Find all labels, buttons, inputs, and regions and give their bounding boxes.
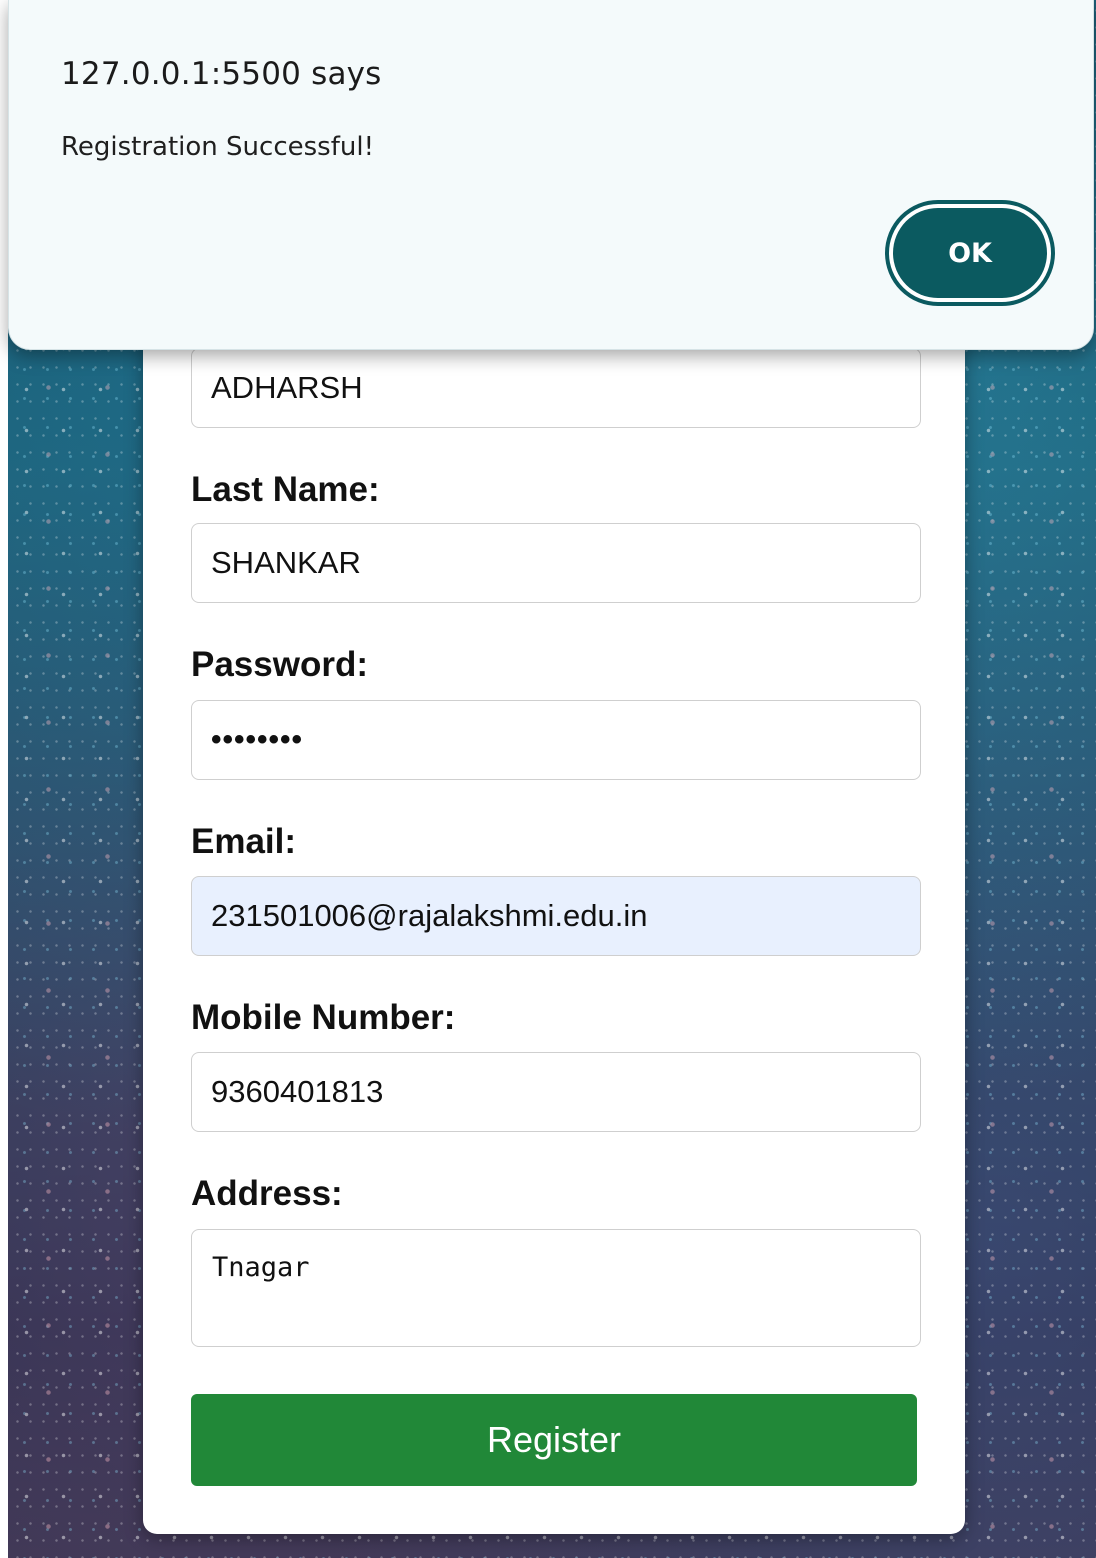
- dialog-message: Registration Successful!: [61, 132, 374, 162]
- register-button[interactable]: Register: [191, 1394, 917, 1486]
- alert-dialog: 127.0.0.1:5500 says Registration Success…: [8, 0, 1094, 350]
- password-input[interactable]: ••••••••: [191, 700, 921, 780]
- dialog-title: 127.0.0.1:5500 says: [61, 56, 382, 92]
- dialog-ok-button[interactable]: OK: [885, 200, 1055, 306]
- password-label: Password:: [191, 645, 368, 684]
- last-name-value: SHANKAR: [211, 545, 361, 580]
- email-input[interactable]: 231501006@rajalakshmi.edu.in: [191, 876, 921, 956]
- address-textarea[interactable]: Tnagar: [191, 1229, 921, 1347]
- mobile-number-input[interactable]: 9360401813: [191, 1052, 921, 1132]
- last-name-input[interactable]: SHANKAR: [191, 523, 921, 603]
- first-name-value: ADHARSH: [211, 370, 363, 405]
- register-button-label: Register: [486, 1419, 622, 1460]
- email-label: Email:: [191, 822, 297, 861]
- address-label: Address:: [191, 1174, 343, 1213]
- dialog-ok-label: OK: [893, 208, 1047, 298]
- mobile-number-value: 9360401813: [211, 1074, 384, 1109]
- address-value: Tnagar: [212, 1252, 310, 1283]
- last-name-label: Last Name:: [191, 470, 380, 509]
- mobile-number-label: Mobile Number:: [191, 998, 456, 1037]
- email-value: 231501006@rajalakshmi.edu.in: [211, 898, 648, 933]
- first-name-input[interactable]: ADHARSH: [191, 348, 921, 428]
- password-value: ••••••••: [211, 723, 304, 756]
